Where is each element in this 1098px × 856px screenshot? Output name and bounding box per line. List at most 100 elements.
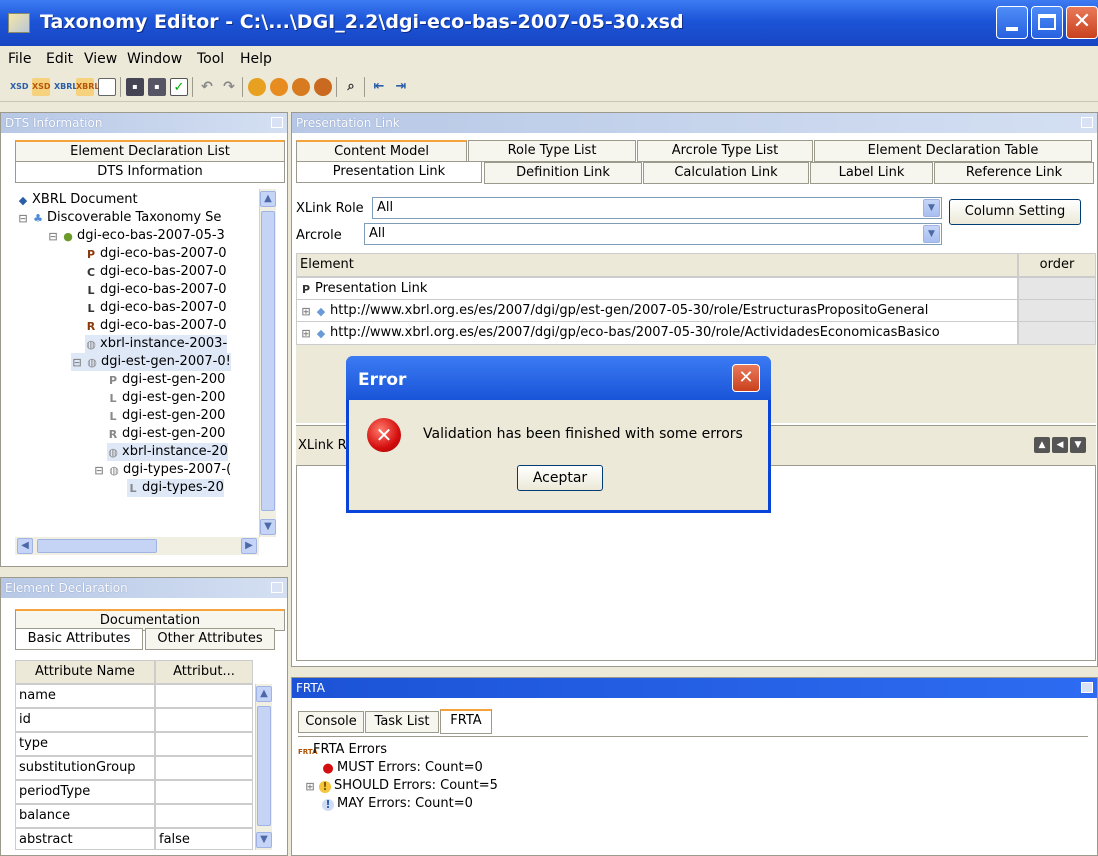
- tab-arcrole-type-list[interactable]: Arcrole Type List: [637, 140, 813, 162]
- globe-icon[interactable]: [314, 78, 332, 96]
- tab-calculation-link[interactable]: Calculation Link: [643, 162, 809, 184]
- tree-item[interactable]: ◆ XBRL Document: [17, 191, 138, 209]
- attr-value-cell[interactable]: [155, 756, 253, 780]
- dialog-close-button[interactable]: ✕: [732, 364, 760, 392]
- save-icon[interactable]: ▪: [126, 78, 144, 96]
- table-row[interactable]: ⊞ ◆ http://www.xbrl.org.es/es/2007/dgi/gp/…: [296, 321, 1018, 345]
- tree-item[interactable]: ⊟ ◍ dgi-est-gen-2007-0!: [71, 353, 231, 371]
- tree-item[interactable]: Pdgi-eco-bas-2007-0: [85, 245, 227, 263]
- tree-item[interactable]: Rdgi-est-gen-200: [107, 425, 226, 443]
- column-attribute-value[interactable]: Attribut...: [155, 660, 253, 684]
- expand-icon[interactable]: ⊞: [300, 328, 312, 340]
- tree-item[interactable]: ⊞! SHOULD Errors: Count=5: [304, 777, 498, 795]
- expand-icon[interactable]: ⊞: [300, 306, 312, 318]
- globe-icon[interactable]: [292, 78, 310, 96]
- tree-item[interactable]: Cdgi-eco-bas-2007-0: [85, 263, 227, 281]
- scroll-down-icon[interactable]: ▼: [256, 832, 272, 848]
- tree-item[interactable]: ● MUST Errors: Count=0: [322, 759, 482, 777]
- scroll-thumb[interactable]: [257, 706, 271, 826]
- tree-item[interactable]: Ldgi-est-gen-200: [107, 389, 225, 407]
- arcrole-select[interactable]: All ▼: [364, 223, 942, 245]
- move-up-icon[interactable]: ▲: [1034, 437, 1050, 453]
- scroll-thumb[interactable]: [261, 211, 275, 511]
- tree-item[interactable]: FRTAFRTA Errors: [298, 741, 387, 759]
- menu-view[interactable]: View: [84, 51, 117, 67]
- attr-value-cell[interactable]: [155, 708, 253, 732]
- attr-value-cell[interactable]: [155, 780, 253, 804]
- tree-item[interactable]: Ldgi-est-gen-200: [107, 407, 225, 425]
- expand-icon[interactable]: ⊟: [47, 231, 59, 243]
- tab-basic-attributes[interactable]: Basic Attributes: [15, 628, 143, 650]
- tree-item[interactable]: Ldgi-eco-bas-2007-0: [85, 299, 226, 317]
- tab-reference-link[interactable]: Reference Link: [934, 162, 1094, 184]
- move-down-icon[interactable]: ▼: [1070, 437, 1086, 453]
- attr-name-cell[interactable]: substitutionGroup: [15, 756, 155, 780]
- menu-edit[interactable]: Edit: [46, 51, 73, 67]
- tab-definition-link[interactable]: Definition Link: [484, 162, 642, 184]
- scroll-thumb[interactable]: [37, 539, 157, 553]
- order-cell[interactable]: [1018, 299, 1096, 323]
- dts-horizontal-scrollbar[interactable]: ◀ ▶: [15, 537, 259, 555]
- globe-icon[interactable]: [248, 78, 266, 96]
- new-xbrl-icon[interactable]: XBRL: [54, 78, 78, 96]
- tab-dts-information[interactable]: DTS Information: [15, 161, 285, 183]
- expand-icon[interactable]: ⊟: [17, 213, 29, 225]
- find-icon[interactable]: ⌕: [342, 78, 360, 96]
- maximize-panel-icon[interactable]: [1081, 682, 1093, 693]
- tab-role-type-list[interactable]: Role Type List: [468, 140, 636, 162]
- tab-label-link[interactable]: Label Link: [810, 162, 933, 184]
- move-left-icon[interactable]: ◀: [1052, 437, 1068, 453]
- chevron-down-icon[interactable]: ▼: [923, 199, 940, 217]
- expand-icon[interactable]: ⊟: [93, 465, 105, 477]
- order-cell[interactable]: [1018, 321, 1096, 345]
- column-attribute-name[interactable]: Attribute Name: [15, 660, 155, 684]
- tree-item[interactable]: Ldgi-eco-bas-2007-0: [85, 281, 226, 299]
- tree-item[interactable]: ⊟ ♣ Discoverable Taxonomy Se: [17, 209, 221, 227]
- tree-item[interactable]: Pdgi-est-gen-200: [107, 371, 225, 389]
- table-row[interactable]: P Presentation Link: [296, 277, 1018, 301]
- globe-icon[interactable]: [270, 78, 288, 96]
- validate-icon[interactable]: ✓: [170, 78, 188, 96]
- minimize-button[interactable]: [996, 6, 1028, 39]
- attr-name-cell[interactable]: id: [15, 708, 155, 732]
- tab-presentation-link[interactable]: Presentation Link: [296, 161, 482, 183]
- tree-item[interactable]: ⊟ ● dgi-eco-bas-2007-05-3: [47, 227, 224, 245]
- maximize-panel-icon[interactable]: [271, 117, 283, 128]
- tree-item[interactable]: ◍ xbrl-instance-2003-: [85, 335, 228, 353]
- open-xbrl-icon[interactable]: XBRL: [76, 78, 100, 96]
- tab-element-declaration-list[interactable]: Element Declaration List: [15, 140, 285, 162]
- export-icon[interactable]: ⇤: [370, 78, 388, 96]
- menu-file[interactable]: File: [8, 51, 31, 67]
- scroll-up-icon[interactable]: ▲: [256, 686, 272, 702]
- close-button[interactable]: ✕: [1066, 6, 1098, 39]
- attr-name-cell[interactable]: periodType: [15, 780, 155, 804]
- window-icon[interactable]: [98, 78, 116, 96]
- attr-name-cell[interactable]: name: [15, 684, 155, 708]
- tab-content-model[interactable]: Content Model: [296, 140, 467, 162]
- attributes-vertical-scrollbar[interactable]: ▲ ▼: [255, 684, 272, 850]
- tree-item[interactable]: ◍ xbrl-instance-20: [107, 443, 228, 461]
- menu-help[interactable]: Help: [240, 51, 272, 67]
- import-icon[interactable]: ⇥: [392, 78, 410, 96]
- scroll-left-icon[interactable]: ◀: [17, 538, 33, 554]
- save-all-icon[interactable]: ▪: [148, 78, 166, 96]
- tree-item[interactable]: Rdgi-eco-bas-2007-0: [85, 317, 227, 335]
- tree-item[interactable]: ! MAY Errors: Count=0: [322, 795, 473, 813]
- column-setting-button[interactable]: Column Setting: [949, 199, 1081, 225]
- chevron-down-icon[interactable]: ▼: [923, 225, 940, 243]
- open-xsd-icon[interactable]: XSD: [32, 78, 51, 96]
- tree-item[interactable]: ⊟ ◍ dgi-types-2007-(: [93, 461, 231, 479]
- xlink-role-select[interactable]: All ▼: [372, 197, 942, 219]
- maximize-panel-icon[interactable]: [271, 582, 283, 593]
- maximize-panel-icon[interactable]: [1081, 117, 1093, 128]
- dts-vertical-scrollbar[interactable]: ▲ ▼: [259, 189, 276, 537]
- tab-task-list[interactable]: Task List: [365, 711, 439, 733]
- menu-tool[interactable]: Tool: [197, 51, 224, 67]
- scroll-up-icon[interactable]: ▲: [260, 191, 276, 207]
- tab-other-attributes[interactable]: Other Attributes: [145, 628, 275, 650]
- attr-name-cell[interactable]: type: [15, 732, 155, 756]
- attr-name-cell[interactable]: balance: [15, 804, 155, 828]
- table-row[interactable]: ⊞ ◆ http://www.xbrl.org.es/es/2007/dgi/gp/…: [296, 299, 1018, 323]
- undo-icon[interactable]: ↶: [198, 78, 216, 96]
- redo-icon[interactable]: ↷: [220, 78, 238, 96]
